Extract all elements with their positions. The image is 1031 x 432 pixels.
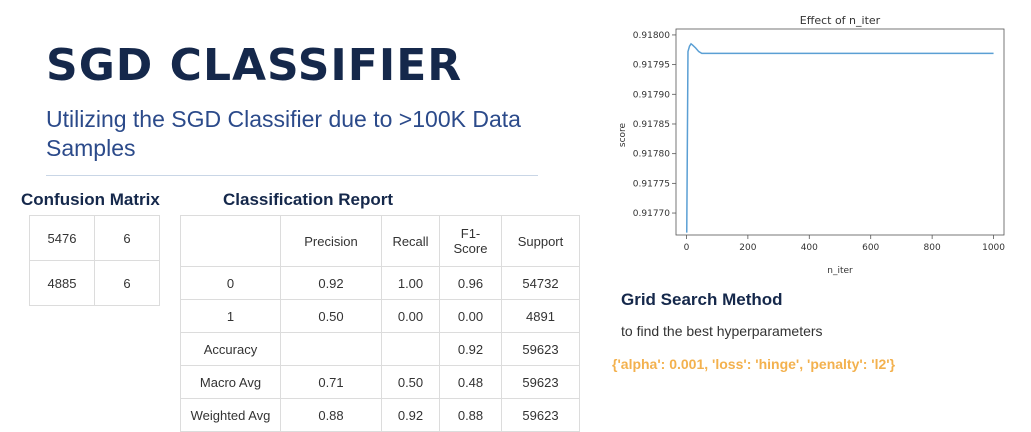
page-subtitle: Utilizing the SGD Classifier due to >100…	[46, 106, 521, 161]
table-cell: 5476	[29, 215, 95, 261]
table-cell: 4891	[501, 299, 580, 333]
table-row: Weighted Avg 0.88 0.92 0.88 59623	[180, 398, 580, 432]
table-cell: 59623	[501, 365, 580, 399]
page-title: SGD CLASSIFIER	[46, 40, 463, 91]
table-row: Macro Avg 0.71 0.50 0.48 59623	[180, 365, 580, 399]
table-cell: 0.92	[381, 398, 440, 432]
table-cell: 54732	[501, 266, 580, 300]
y-tick-label: 0.91785	[633, 120, 670, 130]
x-tick-label: 1000	[982, 243, 1005, 253]
y-tick-label: 0.91790	[633, 90, 670, 100]
series-line	[686, 42, 994, 233]
table-cell	[381, 332, 440, 366]
table-cell: 0.00	[381, 299, 440, 333]
table-cell: 59623	[501, 332, 580, 366]
table-cell: 0.92	[280, 266, 382, 300]
table-cell: Macro Avg	[180, 365, 281, 399]
x-tick-label: 600	[862, 243, 879, 253]
y-axis-label: score	[618, 122, 628, 147]
column-header: F1-Score	[439, 215, 502, 267]
chart-title: Effect of n_iter	[800, 14, 881, 27]
table-row: 5476 6	[29, 215, 160, 261]
classification-report-heading: Classification Report	[223, 190, 394, 209]
table-cell: 0.50	[280, 299, 382, 333]
table-cell: 0.88	[280, 398, 382, 432]
y-tick-label: 0.91775	[633, 179, 670, 189]
table-header-row: Precision Recall F1-Score Support	[180, 215, 580, 267]
table-row: Accuracy 0.92 59623	[180, 332, 580, 366]
table-row: 4885 6	[29, 260, 160, 306]
x-tick-label: 800	[924, 243, 941, 253]
confusion-matrix-table: 5476 6 4885 6	[29, 215, 160, 306]
table-row: 0 0.92 1.00 0.96 54732	[180, 266, 580, 300]
table-cell: 0.96	[439, 266, 502, 300]
column-header: Support	[501, 215, 580, 267]
table-cell: 0	[180, 266, 281, 300]
confusion-matrix-heading: Confusion Matrix	[21, 190, 160, 209]
y-tick-label: 0.91780	[633, 150, 670, 160]
x-tick-label: 200	[739, 243, 756, 253]
column-header: Precision	[280, 215, 382, 267]
x-axis-label: n_iter	[827, 266, 853, 276]
table-cell: 0.71	[280, 365, 382, 399]
table-cell: 0.92	[439, 332, 502, 366]
table-cell: 1.00	[381, 266, 440, 300]
y-tick-label: 0.91795	[633, 61, 670, 71]
table-cell: 0.88	[439, 398, 502, 432]
grid-search-description: to find the best hyperparameters	[621, 323, 823, 339]
column-header: Recall	[381, 215, 440, 267]
table-cell: 0.50	[381, 365, 440, 399]
table-cell: 6	[94, 215, 160, 261]
table-row: 1 0.50 0.00 0.00 4891	[180, 299, 580, 333]
plot-frame	[675, 28, 1005, 236]
table-cell: 4885	[29, 260, 95, 306]
y-tick-label: 0.91800	[633, 31, 670, 41]
divider	[46, 175, 538, 176]
table-cell: 0.00	[439, 299, 502, 333]
line-chart: Effect of n_iter 0.91770 0.91775 0.91780 0.…	[618, 14, 1005, 276]
grid-search-title: Grid Search Method	[621, 290, 783, 309]
column-header	[180, 215, 281, 267]
y-tick-label: 0.91770	[633, 209, 670, 219]
table-cell: 0.48	[439, 365, 502, 399]
table-cell	[280, 332, 382, 366]
x-tick-label: 0	[684, 243, 690, 253]
table-cell: Weighted Avg	[180, 398, 281, 432]
table-cell: 1	[180, 299, 281, 333]
x-tick-label: 400	[801, 243, 818, 253]
table-cell: 59623	[501, 398, 580, 432]
table-cell: 6	[94, 260, 160, 306]
classification-report-table: Precision Recall F1-Score Support 0 0.92…	[180, 215, 580, 432]
table-cell: Accuracy	[180, 332, 281, 366]
best-params: {'alpha': 0.001, 'loss': 'hinge', 'penal…	[612, 356, 896, 372]
